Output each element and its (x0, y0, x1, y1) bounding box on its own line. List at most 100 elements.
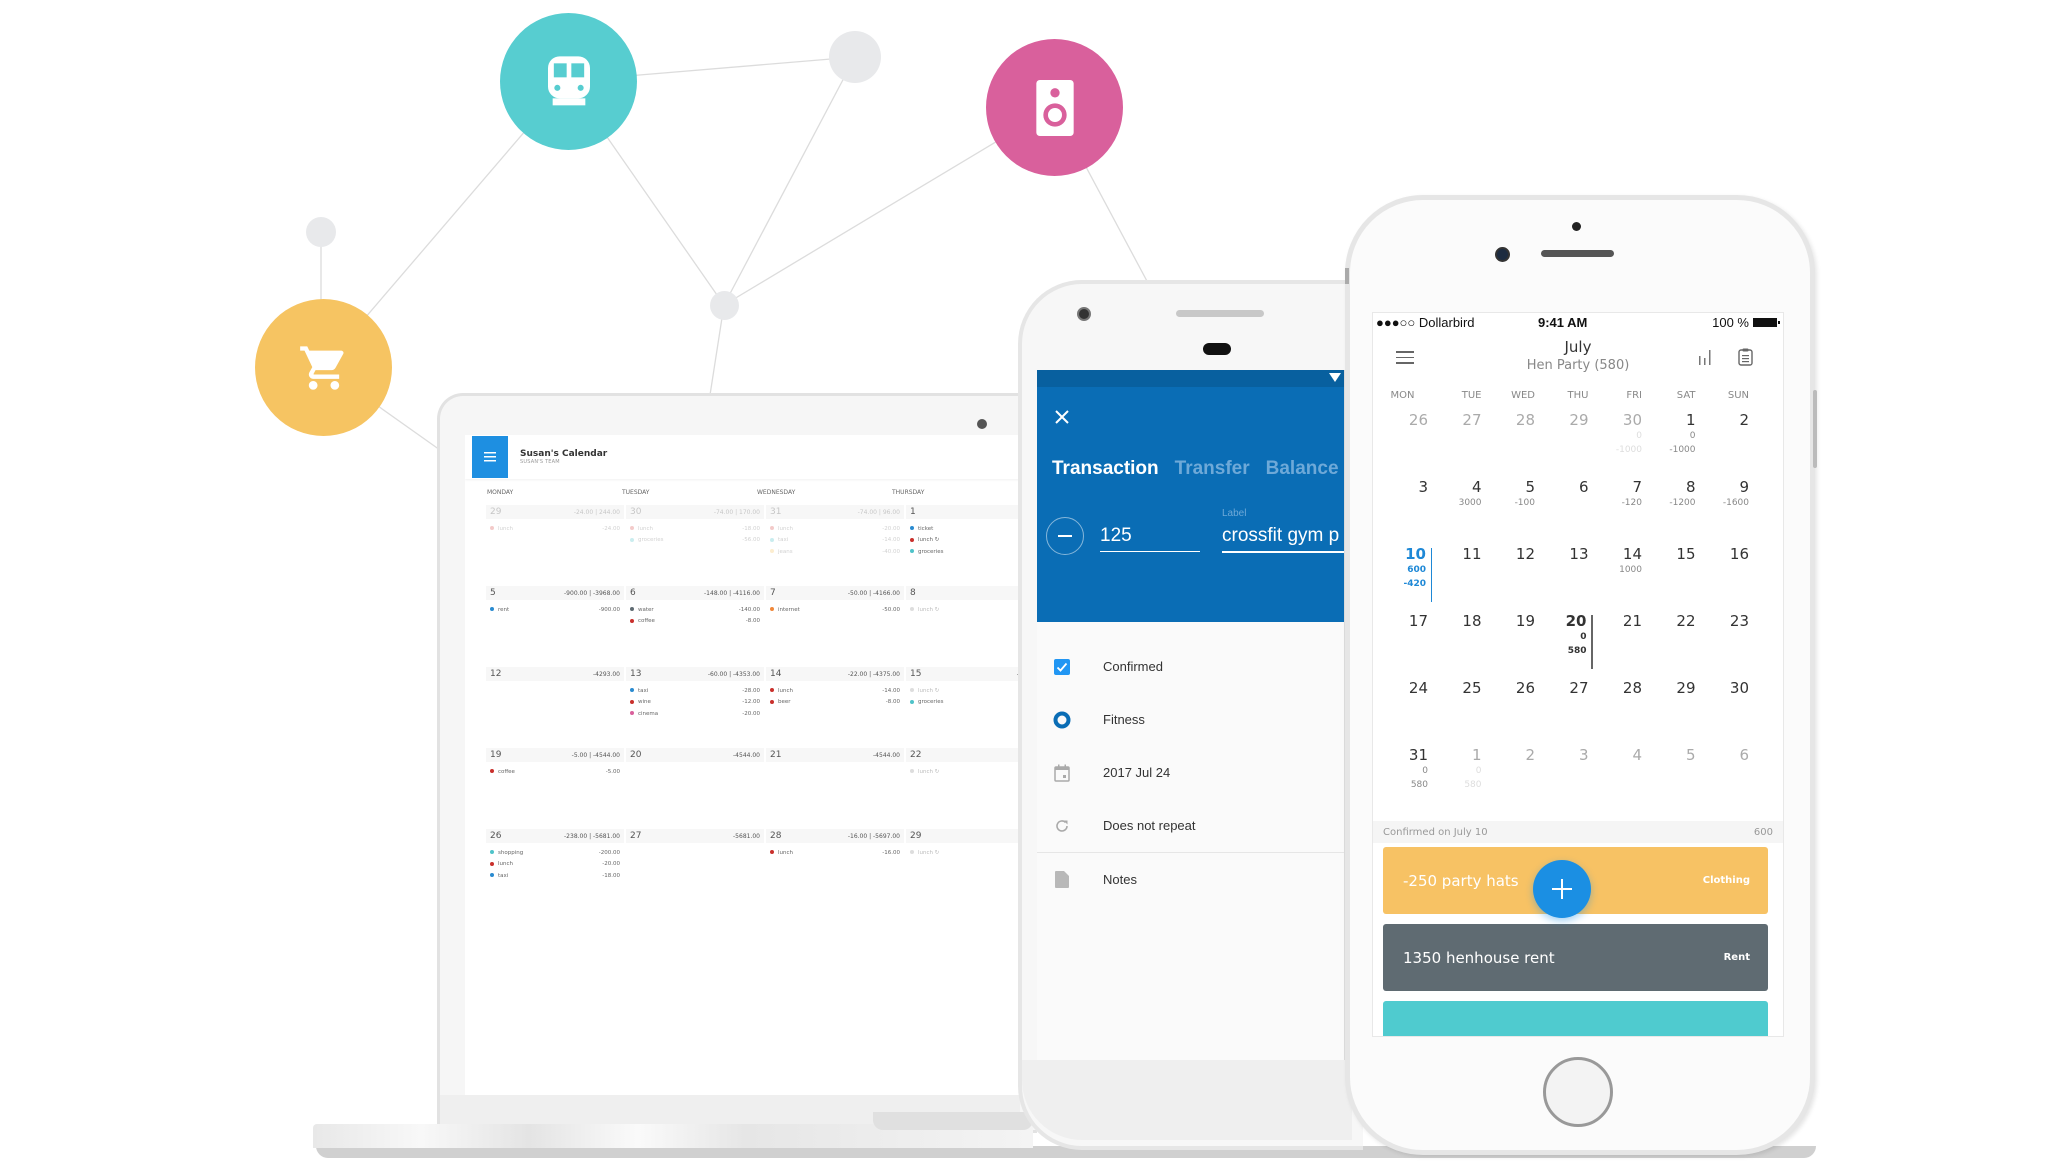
month-day-cell[interactable]: 1 0 -1000 (1646, 409, 1700, 476)
notes-row[interactable]: Notes (1037, 853, 1344, 906)
calendar-entry[interactable]: jeans -40.00 (770, 546, 900, 558)
calendar-entry[interactable]: lunch -24.00 (490, 523, 620, 535)
calendar-entry[interactable]: water -140.00 (630, 604, 760, 616)
calendar-entry[interactable]: groceries (910, 697, 1025, 709)
calendar-entry[interactable]: rent -900.00 (490, 604, 620, 616)
calendar-entry[interactable]: taxi -14.00 (770, 535, 900, 547)
month-day-cell[interactable]: 24 (1373, 677, 1432, 744)
month-day-cell[interactable]: 28 (1486, 409, 1540, 476)
calendar-day-cell[interactable]: 7 -50.00 | -4166.00 internet -50.00 (766, 586, 904, 667)
amount-input[interactable]: 125 (1100, 525, 1200, 552)
month-day-cell[interactable]: 28 (1593, 677, 1647, 744)
month-day-cell[interactable]: 2 (1700, 409, 1754, 476)
add-transaction-button[interactable] (1533, 860, 1591, 918)
calendar-entry[interactable]: taxi -28.00 (630, 685, 760, 697)
calendar-day-cell[interactable]: 21 -4544.00 (766, 748, 904, 829)
calendar-day-cell[interactable]: 1-54.00 ticket lunch ↻ groceries (906, 505, 1025, 586)
month-day-cell[interactable]: 4 3000 (1432, 476, 1486, 543)
calendar-day-cell[interactable]: 80.00 | lunch ↻ (906, 586, 1025, 667)
month-day-cell[interactable]: 6 (1539, 476, 1593, 543)
label-input[interactable]: crossfit gym p (1222, 525, 1344, 553)
month-day-cell[interactable]: 15 (1646, 543, 1700, 610)
month-day-cell[interactable]: 13 (1539, 543, 1593, 610)
month-day-cell[interactable]: 5 (1646, 744, 1700, 811)
repeat-row[interactable]: Does not repeat (1037, 799, 1344, 852)
month-day-cell[interactable]: 26 (1373, 409, 1432, 476)
calendar-entry[interactable]: beer -8.00 (770, 697, 900, 709)
month-day-cell[interactable]: 27 (1432, 409, 1486, 476)
confirmed-checkbox-row[interactable]: Confirmed (1037, 640, 1344, 693)
today-day-cell[interactable]: 20 0 580 (1539, 610, 1593, 677)
calendar-day-cell[interactable]: 13 -60.00 | -4353.00 taxi -28.00 wine -12.00 c… (626, 667, 764, 748)
month-day-cell[interactable]: 12 (1486, 543, 1540, 610)
calendar-entry[interactable]: ticket (910, 523, 1025, 535)
calendar-entry[interactable]: taxi -18.00 (490, 870, 620, 882)
calendar-day-cell[interactable]: 12 -4293.00 (486, 667, 624, 748)
calendar-entry[interactable]: groceries (910, 546, 1025, 558)
menu-button[interactable] (472, 436, 508, 478)
month-day-cell[interactable]: 26 (1486, 677, 1540, 744)
transaction-card[interactable]: 1350 henhouse rent Rent (1383, 924, 1768, 991)
bar-chart-icon[interactable] (1698, 349, 1712, 369)
calendar-entry[interactable]: lunch -18.00 (630, 523, 760, 535)
calendar-day-cell[interactable]: 14 -22.00 | -4375.00 lunch -14.00 beer -8.00 (766, 667, 904, 748)
calendar-entry[interactable]: cinema -20.00 (630, 708, 760, 720)
calendar-entry[interactable]: groceries -56.00 (630, 535, 760, 547)
category-row[interactable]: Fitness (1037, 693, 1344, 746)
month-day-cell[interactable]: 18 (1432, 610, 1486, 677)
calendar-day-cell[interactable]: 220.00 | lunch ↻ (906, 748, 1025, 829)
calendar-day-cell[interactable]: 20 -4544.00 (626, 748, 764, 829)
month-day-cell[interactable]: 5 -100 (1486, 476, 1540, 543)
calendar-day-cell[interactable]: 26 -238.00 | -5681.00 shopping -200.00 lunch… (486, 829, 624, 910)
calendar-entry[interactable]: coffee -8.00 (630, 616, 760, 628)
calendar-day-cell[interactable]: 19 -5.00 | -4544.00 coffee -5.00 (486, 748, 624, 829)
calendar-entry[interactable]: lunch -16.00 (770, 847, 900, 859)
calendar-entry[interactable]: shopping -200.00 (490, 847, 620, 859)
month-day-cell[interactable]: 7 -120 (1593, 476, 1647, 543)
calendar-entry[interactable]: lunch -14.00 (770, 685, 900, 697)
calendar-day-cell[interactable]: 27 -5681.00 (626, 829, 764, 910)
home-button[interactable] (1543, 1057, 1613, 1127)
month-day-cell[interactable]: 25 (1432, 677, 1486, 744)
calendar-day-cell[interactable]: 30 -74.00 | 170.00 lunch -18.00 groceries -56… (626, 505, 764, 586)
calendar-entry[interactable]: coffee -5.00 (490, 766, 620, 778)
selected-day-cell[interactable]: 10 600 -420 (1373, 543, 1432, 610)
calendar-entry[interactable]: lunch ↻ (910, 604, 1025, 616)
month-day-cell[interactable]: 30 (1700, 677, 1754, 744)
clipboard-icon[interactable] (1738, 348, 1753, 370)
sign-toggle-button[interactable] (1046, 517, 1084, 555)
calendar-day-cell[interactable]: 5 -900.00 | -3968.00 rent -900.00 (486, 586, 624, 667)
month-day-cell[interactable]: 29 (1646, 677, 1700, 744)
month-day-cell[interactable]: 4 (1593, 744, 1647, 811)
month-day-cell[interactable]: 22 (1646, 610, 1700, 677)
month-day-cell[interactable]: 3 (1539, 744, 1593, 811)
month-day-cell[interactable]: 3 (1373, 476, 1432, 543)
month-day-cell[interactable]: 8 -1200 (1646, 476, 1700, 543)
calendar-entry[interactable]: internet -50.00 (770, 604, 900, 616)
month-day-cell[interactable]: 2 (1486, 744, 1540, 811)
month-day-cell[interactable]: 1 0 580 (1432, 744, 1486, 811)
calendar-day-cell[interactable]: 31 -74.00 | 96.00 lunch -20.00 taxi -14.00 jea… (766, 505, 904, 586)
calendar-day-cell[interactable]: 29 -24.00 | 244.00 lunch -24.00 (486, 505, 624, 586)
calendar-day-cell[interactable]: 28 -16.00 | -5697.00 lunch -16.00 (766, 829, 904, 910)
calendar-day-cell[interactable]: 6 -148.00 | -4116.00 water -140.00 coffee -8.… (626, 586, 764, 667)
calendar-entry[interactable]: wine -12.00 (630, 697, 760, 709)
close-icon[interactable] (1054, 408, 1070, 430)
month-day-cell[interactable]: 16 (1700, 543, 1754, 610)
month-day-cell[interactable]: 11 (1432, 543, 1486, 610)
date-row[interactable]: 2017 Jul 24 (1037, 746, 1344, 799)
calendar-day-cell[interactable]: 15-40.00 | lunch ↻ groceries (906, 667, 1025, 748)
checkbox-checked-icon[interactable] (1052, 657, 1072, 677)
month-day-cell[interactable]: 30 0 -1000 (1593, 409, 1647, 476)
calendar-entry[interactable]: lunch -20.00 (770, 523, 900, 535)
month-day-cell[interactable]: 23 (1700, 610, 1754, 677)
calendar-entry[interactable]: lunch ↻ (910, 847, 1025, 859)
calendar-entry[interactable]: lunch -20.00 (490, 859, 620, 871)
month-day-cell[interactable]: 6 (1700, 744, 1754, 811)
month-day-cell[interactable]: 21 (1593, 610, 1647, 677)
calendar-entry[interactable]: lunch ↻ (910, 685, 1025, 697)
calendar-day-cell[interactable]: 290.00 | lunch ↻ (906, 829, 1025, 910)
month-day-cell[interactable]: 27 (1539, 677, 1593, 744)
month-day-cell[interactable]: 14 1000 (1593, 543, 1647, 610)
month-day-cell[interactable]: 9 -1600 (1700, 476, 1754, 543)
